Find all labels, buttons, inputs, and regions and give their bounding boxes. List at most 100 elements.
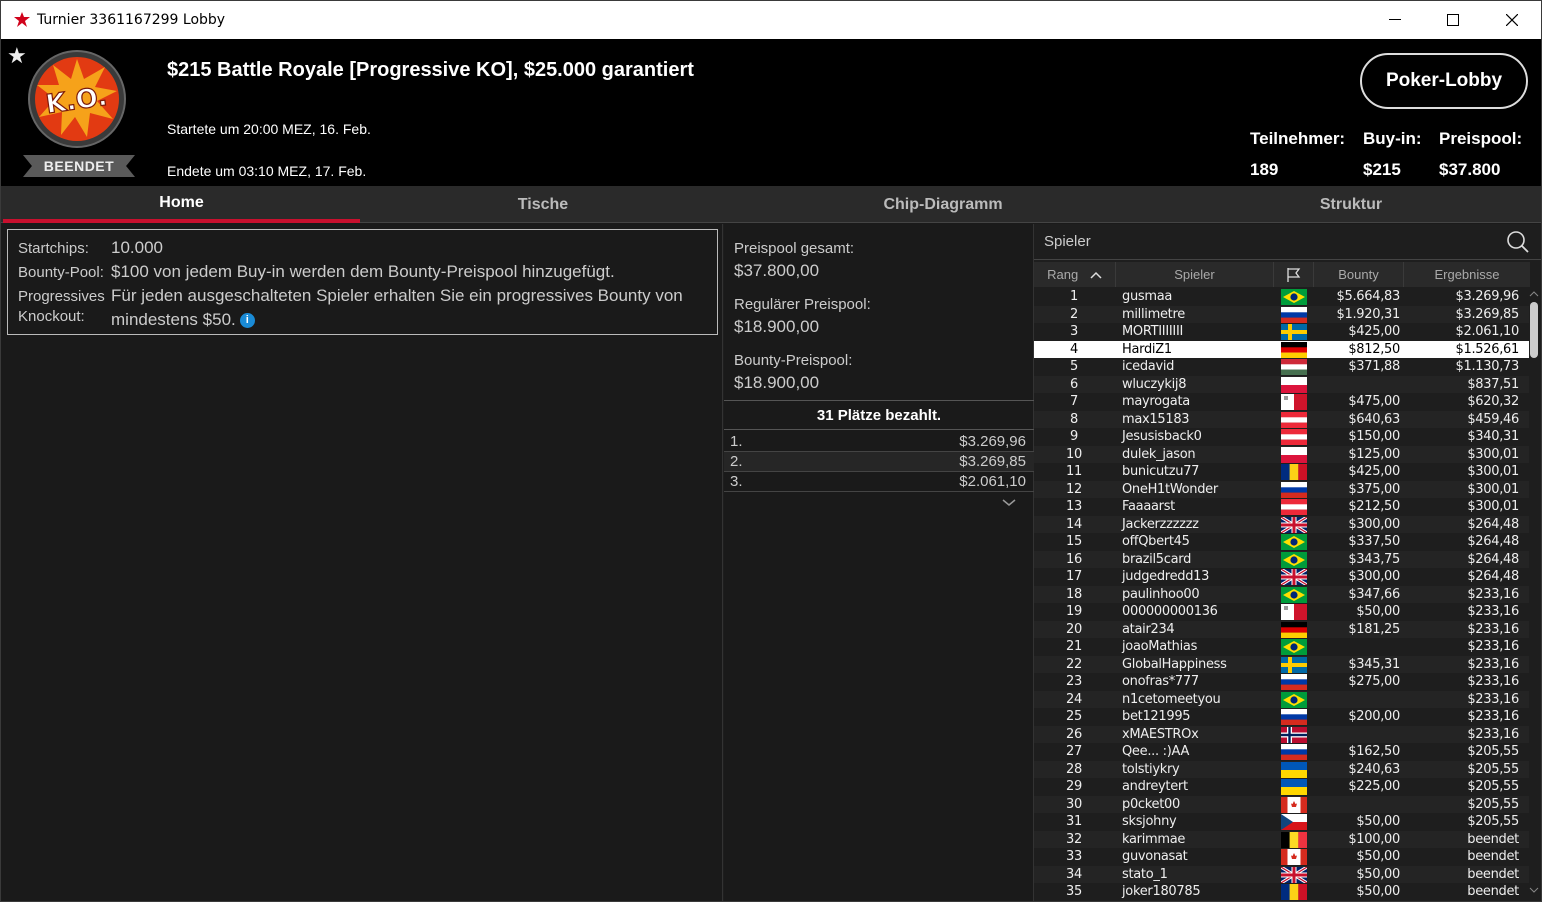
player-row[interactable]: 15 offQbert45 $337,50 $264,48: [1034, 533, 1530, 551]
player-row[interactable]: 21 joaoMathias $233,16: [1034, 638, 1530, 656]
player-rank: 10: [1066, 446, 1082, 462]
country-flag-icon: [1281, 324, 1307, 340]
player-name: karimmae: [1122, 831, 1186, 847]
player-bounty: $100,00: [1348, 831, 1400, 847]
player-row[interactable]: 1 gusmaa $5.664,83 $3.269,96: [1034, 288, 1530, 306]
player-result: $233,16: [1467, 604, 1519, 619]
tournament-lobby-window: Turnier 3361167299 Lobby ★ K.O. BEENDET …: [0, 0, 1542, 902]
player-row[interactable]: 12 OneH1tWonder $375,00 $300,01: [1034, 480, 1530, 498]
info-icon[interactable]: i: [239, 313, 255, 329]
player-rank: 18: [1066, 586, 1082, 602]
player-result: $233,16: [1467, 621, 1519, 637]
col-results-header[interactable]: Ergebnisse: [1404, 262, 1530, 287]
player-row[interactable]: 23 onofras*777 $275,00 $233,16: [1034, 673, 1530, 691]
player-row[interactable]: 26 xMAESTROx $233,16: [1034, 725, 1530, 743]
search-icon[interactable]: [1507, 231, 1529, 258]
player-row[interactable]: 27 Qee... :)AA $162,50 $205,55: [1034, 743, 1530, 761]
country-flag-icon: [1281, 604, 1307, 620]
minimize-button[interactable]: [1366, 1, 1424, 39]
scrollbar-thumb[interactable]: [1530, 302, 1538, 358]
window-title: Turnier 3361167299 Lobby: [37, 12, 226, 28]
player-row[interactable]: 25 bet121995 $200,00 $233,16: [1034, 708, 1530, 726]
player-rank: 8: [1070, 411, 1078, 427]
player-row[interactable]: 22 GlobalHappiness $345,31 $233,16: [1034, 655, 1530, 673]
player-result: $264,48: [1467, 534, 1519, 549]
player-row[interactable]: 17 judgedredd13 $300,00 $264,48: [1034, 567, 1530, 587]
player-row[interactable]: 35 joker180785 $50,00 beendet: [1034, 883, 1530, 901]
col-flag-header[interactable]: [1274, 262, 1314, 287]
player-row[interactable]: 13 Faaaarst $212,50 $300,01: [1034, 498, 1530, 516]
expand-chevron-icon[interactable]: [1002, 494, 1016, 510]
maximize-button[interactable]: [1424, 1, 1482, 39]
end-time: Endete um 03:10 MEZ, 17. Feb.: [167, 163, 367, 179]
country-flag-icon: [1281, 429, 1307, 445]
player-row[interactable]: 6 wluczykij8 $837,51: [1034, 375, 1530, 393]
start-time: Startete um 20:00 MEZ, 16. Feb.: [167, 121, 371, 137]
tab-home[interactable]: Home: [3, 186, 360, 223]
player-rank: 35: [1066, 884, 1082, 899]
player-name: joker180785: [1122, 884, 1201, 899]
player-row[interactable]: 30 p0cket00 $205,55: [1034, 795, 1530, 813]
player-row[interactable]: 11 bunicutzu77 $425,00 $300,01: [1034, 463, 1530, 481]
player-row[interactable]: 18 paulinhoo00 $347,66 $233,16: [1034, 585, 1530, 603]
player-row[interactable]: 9 Jesusisback0 $150,00 $340,31: [1034, 428, 1530, 446]
player-row[interactable]: 14 Jackerzzzzzz $300,00 $264,48: [1034, 515, 1530, 534]
player-row[interactable]: 3 MORTIIIIIII $425,00 $2.061,10: [1034, 323, 1530, 341]
player-result: $459,46: [1467, 411, 1519, 427]
player-list-scrollbar[interactable]: [1529, 288, 1540, 900]
tab-tables[interactable]: Tische: [363, 186, 723, 223]
player-name: n1cetomeetyou: [1122, 691, 1221, 707]
player-row[interactable]: 8 max15183 $640,63 $459,46: [1034, 410, 1530, 428]
player-bounty: $425,00: [1348, 324, 1400, 339]
startchips-label: Startchips:: [18, 240, 89, 257]
country-flag-icon: [1281, 394, 1307, 410]
regular-pool-label: Regulärer Preispool:: [734, 296, 871, 313]
tab-chip-chart[interactable]: Chip-Diagramm: [763, 186, 1123, 223]
player-row[interactable]: 32 karimmae $100,00 beendet: [1034, 830, 1530, 848]
country-flag-icon: [1281, 306, 1307, 323]
country-flag-icon: [1281, 796, 1307, 813]
prizepool-value: $37.800: [1439, 160, 1501, 179]
player-row[interactable]: 34 stato_1 $50,00 beendet: [1034, 865, 1530, 884]
player-row[interactable]: 5 icedavid $371,88 $1.130,73: [1034, 358, 1530, 376]
player-name: Jesusisback0: [1122, 429, 1202, 444]
player-result: $205,55: [1467, 744, 1519, 759]
player-bounty: $300,00: [1348, 569, 1400, 584]
favorite-star-icon[interactable]: ★: [7, 43, 27, 69]
player-row[interactable]: 33 guvonasat $50,00 beendet: [1034, 848, 1530, 866]
col-rank-header[interactable]: Rang: [1034, 262, 1116, 287]
country-flag-icon: [1281, 744, 1307, 760]
country-flag-icon: [1281, 709, 1307, 725]
player-row[interactable]: 7 mayrogata $475,00 $620,32: [1034, 393, 1530, 411]
player-rank: 27: [1066, 744, 1082, 759]
buyin-value: $215: [1363, 160, 1401, 179]
tab-structure[interactable]: Struktur: [1171, 186, 1531, 223]
player-row[interactable]: 2 millimetre $1.920,31 $3.269,85: [1034, 305, 1530, 323]
poker-lobby-button[interactable]: Poker-Lobby: [1360, 53, 1528, 109]
col-bounty-header[interactable]: Bounty: [1314, 262, 1404, 287]
player-name: brazil5card: [1122, 551, 1192, 567]
player-row[interactable]: 24 n1cetomeetyou $233,16: [1034, 690, 1530, 708]
country-flag-icon: [1281, 621, 1307, 638]
player-table-header: Rang Spieler Bounty Ergebnisse: [1034, 262, 1530, 287]
player-bounty: $150,00: [1348, 429, 1400, 444]
player-row[interactable]: 28 tolstiykry $240,63 $205,55: [1034, 760, 1530, 778]
player-name: atair234: [1122, 621, 1175, 637]
player-row[interactable]: 29 andreytert $225,00 $205,55: [1034, 778, 1530, 796]
country-flag-icon: [1281, 586, 1307, 603]
player-bounty: $162,50: [1348, 744, 1400, 759]
player-row[interactable]: 16 brazil5card $343,75 $264,48: [1034, 550, 1530, 568]
ko-badge-logo: K.O.: [27, 49, 127, 154]
player-row[interactable]: 20 atair234 $181,25 $233,16: [1034, 620, 1530, 638]
player-row[interactable]: 19 000000000136 $50,00 $233,16: [1034, 603, 1530, 621]
player-row[interactable]: 31 sksjohny $50,00 $205,55: [1034, 813, 1530, 831]
player-row[interactable]: 10 dulek_jason $125,00 $300,01: [1034, 445, 1530, 463]
player-name: icedavid: [1122, 359, 1175, 374]
player-rank: 14: [1066, 516, 1082, 532]
payout-amount: $3.269,85: [959, 453, 1026, 470]
player-bounty: $240,63: [1348, 761, 1400, 777]
player-search-bar[interactable]: Spieler: [1034, 224, 1541, 260]
player-row[interactable]: 4 HardiZ1 $812,50 $1.526,61: [1034, 340, 1530, 358]
col-player-header[interactable]: Spieler: [1116, 262, 1274, 287]
close-button[interactable]: [1483, 1, 1541, 39]
